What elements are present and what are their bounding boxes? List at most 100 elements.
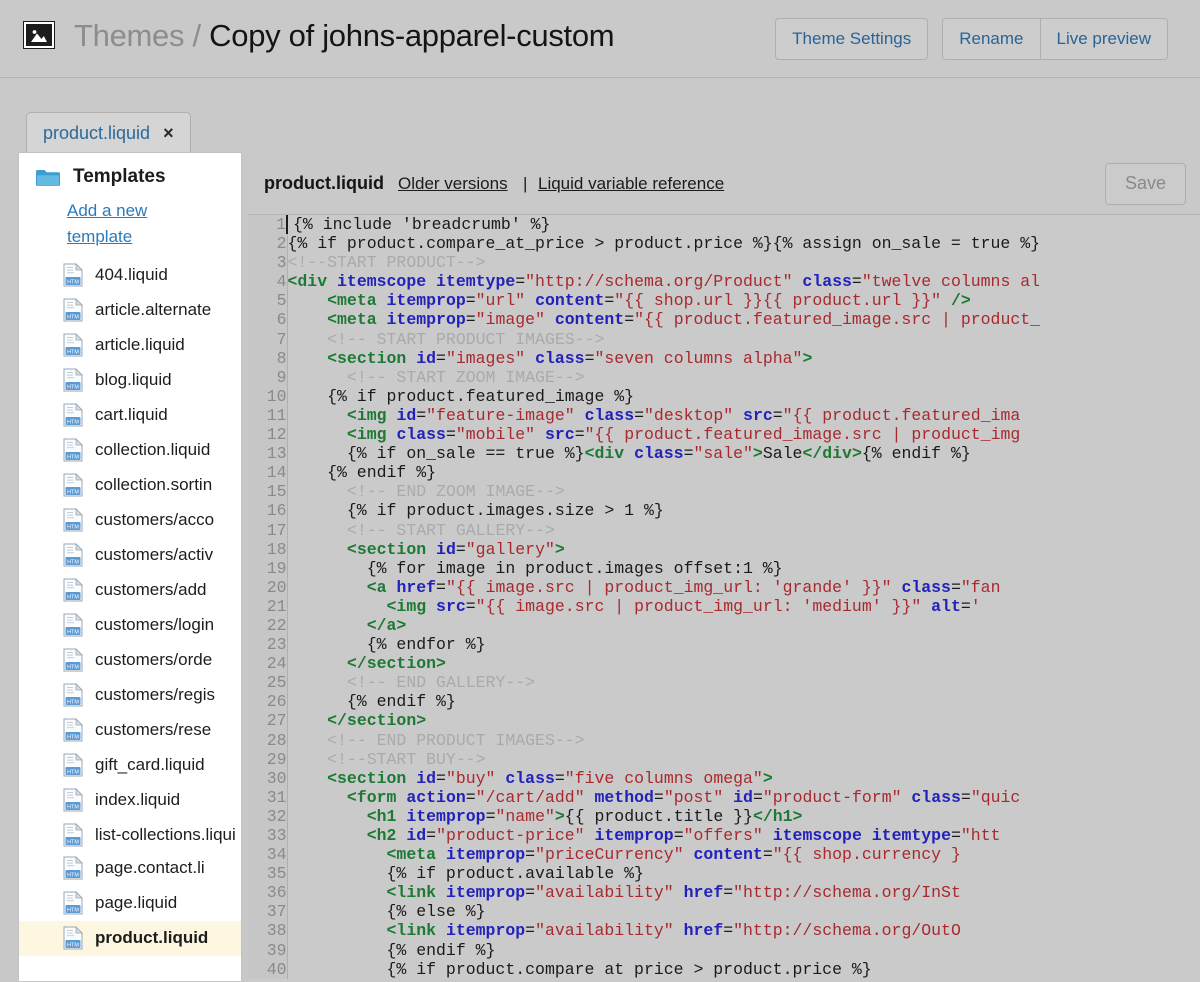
list-item[interactable]: HTMcustomers/orde bbox=[19, 643, 241, 678]
code-line-content[interactable]: {% endif %} bbox=[287, 463, 1040, 482]
templates-sidebar: Templates Add a new template HTM404.liqu… bbox=[18, 152, 242, 981]
link-separator: | bbox=[523, 174, 527, 194]
line-number: 32 bbox=[248, 807, 287, 826]
line-number: 24 bbox=[248, 654, 287, 673]
line-number: 35 bbox=[248, 864, 287, 883]
list-item[interactable]: HTM customers/acco bbox=[19, 503, 241, 538]
code-line-content[interactable]: {% if product.compare_at_price > product… bbox=[287, 234, 1040, 253]
list-item[interactable]: HTM customers/activ bbox=[19, 538, 241, 573]
code-line-content[interactable]: <meta itemprop="image" content="{{ produ… bbox=[287, 310, 1040, 329]
list-item[interactable]: HTMcustomers/add bbox=[19, 573, 241, 608]
code-line-content[interactable]: </a> bbox=[287, 616, 1040, 635]
file-name: index.liquid bbox=[95, 787, 180, 812]
svg-text:HTM: HTM bbox=[67, 699, 79, 705]
code-line-content[interactable]: {% include 'breadcrumb' %} bbox=[287, 215, 1040, 234]
older-versions-link[interactable]: Older versions bbox=[398, 174, 508, 194]
list-item[interactable]: HTMcollection.sortin bbox=[19, 468, 241, 503]
line-number: 23 bbox=[248, 635, 287, 654]
code-line-content[interactable]: <!-- END GALLERY--> bbox=[287, 673, 1040, 692]
code-line-content[interactable]: <!-- START GALLERY--> bbox=[287, 521, 1040, 540]
code-line-content[interactable]: <meta itemprop="priceCurrency" content="… bbox=[287, 845, 1040, 864]
code-line-content[interactable]: <!-- START PRODUCT IMAGES--> bbox=[287, 330, 1040, 349]
code-line-content[interactable]: <link itemprop="availability" href="http… bbox=[287, 883, 1040, 902]
code-line-content[interactable]: <h2 id="product-price" itemprop="offers"… bbox=[287, 826, 1040, 845]
html-file-icon: HTM bbox=[63, 578, 83, 602]
code-line: 18 <section id="gallery"> bbox=[248, 540, 1040, 559]
code-line-content[interactable]: {% if product.available %} bbox=[287, 864, 1040, 883]
code-scroll-region[interactable]: 1{% include 'breadcrumb' %}2{% if produc… bbox=[248, 215, 1200, 982]
code-line-content[interactable]: {% endif %} bbox=[287, 692, 1040, 711]
code-line-content[interactable]: {% if product.compare at price > product… bbox=[287, 960, 1040, 979]
html-file-icon: HTM bbox=[63, 438, 83, 462]
list-item[interactable]: HTMpage.contact.li bbox=[19, 851, 241, 886]
code-line-content[interactable]: <section id="buy" class="five columns om… bbox=[287, 769, 1040, 788]
list-item[interactable]: HTMcart.liquid bbox=[19, 398, 241, 433]
line-number: 16 bbox=[248, 501, 287, 520]
line-number: 37 bbox=[248, 902, 287, 921]
code-line-content[interactable]: <meta itemprop="url" content="{{ shop.ur… bbox=[287, 291, 1040, 310]
rename-button[interactable]: Rename bbox=[943, 19, 1039, 59]
svg-text:HTM: HTM bbox=[67, 314, 79, 320]
code-line-content[interactable]: {% endif %} bbox=[287, 941, 1040, 960]
code-line-content[interactable]: <h1 itemprop="name">{{ product.title }}<… bbox=[287, 807, 1040, 826]
list-item[interactable]: HTMarticle.liquid bbox=[19, 328, 241, 363]
code-line-content[interactable]: <section id="images" class="seven column… bbox=[287, 349, 1040, 368]
code-line: 20 <a href="{{ image.src | product_img_u… bbox=[248, 578, 1040, 597]
code-line-content[interactable]: <a href="{{ image.src | product_img_url:… bbox=[287, 578, 1040, 597]
code-line-content[interactable]: <form action="/cart/add" method="post" i… bbox=[287, 788, 1040, 807]
list-item[interactable]: HTMpage.liquid bbox=[19, 886, 241, 921]
code-line-content[interactable]: <link itemprop="availability" href="http… bbox=[287, 921, 1040, 940]
code-line-content[interactable]: {% if product.featured_image %} bbox=[287, 387, 1040, 406]
code-line-content[interactable]: <img id="feature-image" class="desktop" … bbox=[287, 406, 1040, 425]
code-line-content[interactable]: <section id="gallery"> bbox=[287, 540, 1040, 559]
close-icon[interactable]: × bbox=[163, 123, 174, 144]
list-item[interactable]: HTMproduct.liquid bbox=[19, 921, 241, 956]
line-number: 17 bbox=[248, 521, 287, 540]
theme-settings-button[interactable]: Theme Settings bbox=[775, 18, 928, 60]
liquid-variable-reference-link[interactable]: Liquid variable reference bbox=[538, 174, 724, 194]
list-item[interactable]: HTMcustomers/regis bbox=[19, 678, 241, 713]
list-item[interactable]: HTMcustomers/login bbox=[19, 608, 241, 643]
code-line-content[interactable]: {% for image in product.images offset:1 … bbox=[287, 559, 1040, 578]
code-line: 5 <meta itemprop="url" content="{{ shop.… bbox=[248, 291, 1040, 310]
code-line-content[interactable]: <img class="mobile" src="{{ product.feat… bbox=[287, 425, 1040, 444]
html-file-icon: HTM bbox=[63, 926, 83, 950]
app-header: Themes / Copy of johns-apparel-custom Th… bbox=[0, 0, 1200, 78]
code-line-content[interactable]: <!-- END PRODUCT IMAGES--> bbox=[287, 731, 1040, 750]
line-number: 13 bbox=[248, 444, 287, 463]
live-preview-button[interactable]: Live preview bbox=[1040, 19, 1168, 59]
code-line-content[interactable]: <!--START PRODUCT--> bbox=[287, 253, 1040, 272]
list-item[interactable]: HTMcustomers/rese bbox=[19, 713, 241, 748]
code-line-content[interactable]: <!-- END ZOOM IMAGE--> bbox=[287, 482, 1040, 501]
save-button[interactable]: Save bbox=[1105, 163, 1186, 205]
code-line-content[interactable]: {% if product.images.size > 1 %} bbox=[287, 501, 1040, 520]
file-name: customers/acco bbox=[95, 507, 214, 532]
code-line-content[interactable]: </section> bbox=[287, 654, 1040, 673]
code-line-content[interactable]: <img src="{{ image.src | product_img_url… bbox=[287, 597, 1040, 616]
breadcrumb-themes[interactable]: Themes bbox=[74, 18, 184, 53]
code-line: 39 {% endif %} bbox=[248, 941, 1040, 960]
html-file-icon: HTM bbox=[63, 508, 83, 532]
list-item[interactable]: HTMcollection.liquid bbox=[19, 433, 241, 468]
list-item[interactable]: HTMindex.liquid bbox=[19, 783, 241, 818]
code-line-content[interactable]: </section> bbox=[287, 711, 1040, 730]
tab-product-liquid[interactable]: product.liquid × bbox=[26, 112, 191, 154]
list-item[interactable]: HTMlist-collections.liqui bbox=[19, 818, 241, 851]
list-item[interactable]: HTM404.liquid bbox=[19, 258, 241, 293]
code-line-content[interactable]: <!-- START ZOOM IMAGE--> bbox=[287, 368, 1040, 387]
svg-text:HTM: HTM bbox=[67, 769, 79, 775]
list-item[interactable]: HTMblog.liquid bbox=[19, 363, 241, 398]
code-line-content[interactable]: <!--START BUY--> bbox=[287, 750, 1040, 769]
code-line: 22 </a> bbox=[248, 616, 1040, 635]
code-area[interactable]: 1{% include 'breadcrumb' %}2{% if produc… bbox=[248, 215, 1200, 982]
list-item[interactable]: HTMarticle.alternate bbox=[19, 293, 241, 328]
code-line-content[interactable]: {% else %} bbox=[287, 902, 1040, 921]
file-name: customers/activ bbox=[95, 542, 213, 567]
list-item[interactable]: HTMgift_card.liquid bbox=[19, 748, 241, 783]
code-line: 13 {% if on_sale == true %}<div class="s… bbox=[248, 444, 1040, 463]
code-line-content[interactable]: {% if on_sale == true %}<div class="sale… bbox=[287, 444, 1040, 463]
add-new-template-link[interactable]: Add a new template bbox=[19, 196, 177, 256]
svg-text:HTM: HTM bbox=[67, 559, 79, 565]
code-line-content[interactable]: {% endfor %} bbox=[287, 635, 1040, 654]
code-line-content[interactable]: <div itemscope itemtype="http://schema.o… bbox=[287, 272, 1040, 291]
